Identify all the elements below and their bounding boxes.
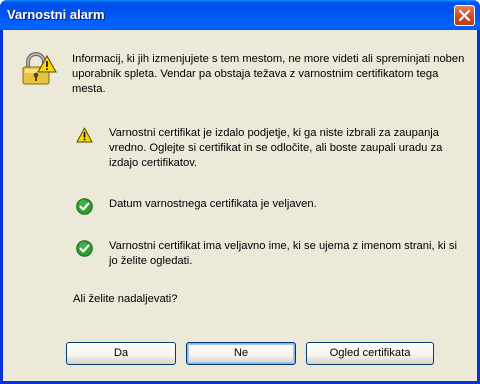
dialog-body: Informacij, ki jih izmenjujete s tem mes… [3,30,477,381]
close-button[interactable] [454,5,475,26]
dialog-title: Varnostni alarm [7,7,105,22]
intro-text: Informacij, ki jih izmenjujete s tem mes… [72,53,465,95]
security-alert-dialog: Varnostni alarm Informacij, ki jih izmen… [0,0,480,384]
title-bar[interactable]: Varnostni alarm [0,0,480,30]
yes-button[interactable]: Da [66,342,176,365]
check-text: Varnostni certifikat ima veljavno ime, k… [109,240,457,267]
security-lock-icon [21,52,57,91]
view-certificate-button[interactable]: Ogled certifikata [306,342,434,365]
continue-question: Ali želite nadaljevati? [73,293,178,305]
checkmark-icon [76,240,93,262]
close-icon [458,9,471,22]
check-text: Datum varnostnega certifikata je veljave… [109,198,317,210]
checkmark-icon [76,198,93,220]
no-button[interactable]: Ne [186,342,296,365]
warning-icon [76,127,93,148]
check-text: Varnostni certifikat je izdalo podjetje,… [109,127,443,169]
